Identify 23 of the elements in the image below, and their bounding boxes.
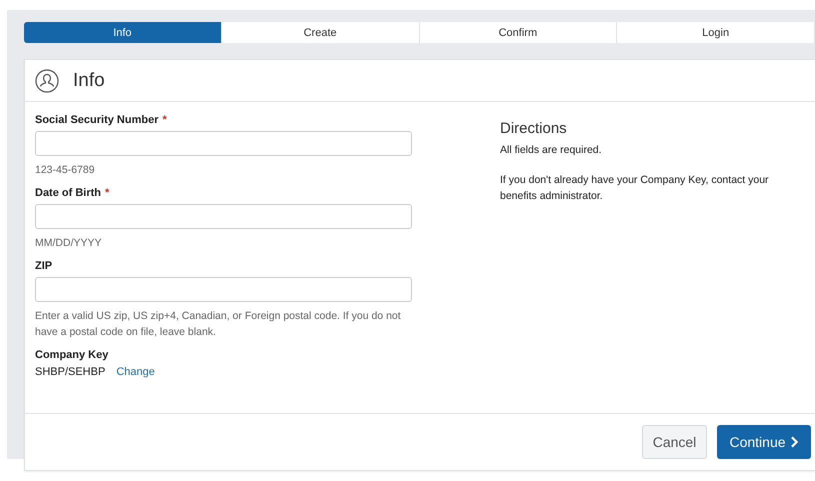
input-field[interactable] [35, 204, 412, 229]
field-label: Social Security Number [35, 114, 158, 126]
directions-title: Directions [500, 120, 568, 137]
input-field[interactable] [35, 131, 412, 156]
field-hint: MM/DD/YYYY [35, 236, 103, 251]
directions-text: If you don't already have your Company Key, contact your benefits administrator. [500, 173, 770, 204]
user-icon [35, 68, 59, 92]
company-key-value: SHBP/SEHBP [35, 366, 106, 378]
step-tab[interactable]: Info [24, 22, 222, 43]
directions-text: All fields are required. [500, 143, 603, 158]
field-label: ZIP [35, 260, 52, 272]
cancel-button[interactable]: Cancel [642, 425, 707, 459]
required-mark: * [105, 187, 110, 199]
field-label: Company Key [35, 349, 108, 361]
field-hint: Enter a valid US zip, US zip+4, Canadian, or Foreign postal code. If you do not have a postal code on file, leave blank. [35, 309, 402, 340]
chevron-icon [790, 436, 799, 448]
change-link[interactable]: Change [116, 366, 155, 378]
field-label: Date of Birth [35, 187, 101, 199]
continue-button[interactable]: Continue [717, 425, 811, 459]
required-mark: * [162, 114, 167, 126]
input-field[interactable] [35, 277, 412, 302]
field-hint: 123-45-6789 [35, 163, 96, 178]
card-title: Info [73, 70, 105, 92]
